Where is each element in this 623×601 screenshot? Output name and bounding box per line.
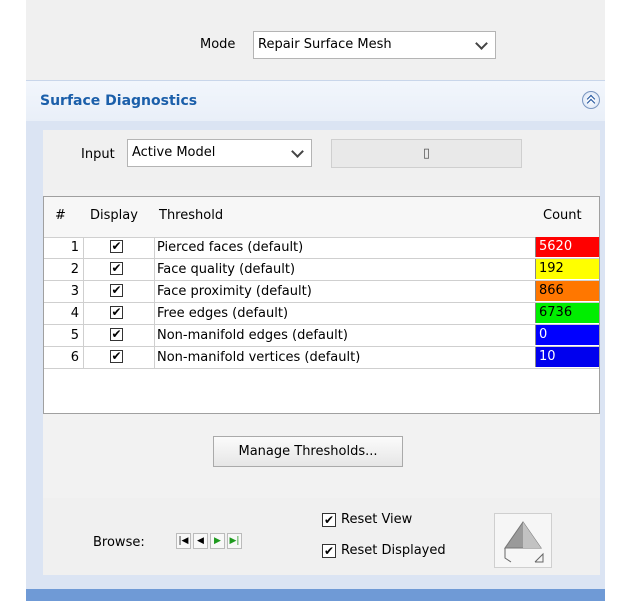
- table-header: # Display Threshold Count: [44, 197, 599, 238]
- first-icon[interactable]: |◀: [176, 533, 191, 549]
- table-row[interactable]: 6 ✔ Non-manifold vertices (default) 10: [44, 347, 599, 369]
- next-icon[interactable]: ▶: [210, 533, 225, 549]
- panel-header[interactable]: Surface Diagnostics: [26, 80, 605, 121]
- input-row: Input Active Model ▯: [43, 130, 600, 190]
- display-checkbox[interactable]: ✔: [110, 262, 123, 275]
- display-checkbox[interactable]: ✔: [110, 284, 123, 297]
- right-margin: [605, 0, 623, 601]
- panel-title: Surface Diagnostics: [40, 93, 198, 109]
- chevron-down-icon: [291, 145, 304, 158]
- display-checkbox[interactable]: ✔: [110, 306, 123, 319]
- table-row[interactable]: 4 ✔ Free edges (default) 6736: [44, 303, 599, 325]
- col-header-num: #: [55, 208, 66, 223]
- row-number: 3: [44, 281, 84, 302]
- display-checkbox[interactable]: ✔: [110, 328, 123, 341]
- browse-label: Browse:: [93, 535, 145, 550]
- col-header-threshold: Threshold: [159, 208, 224, 223]
- table-row[interactable]: 2 ✔ Face quality (default) 192: [44, 259, 599, 281]
- browse-box: Browse: |◀ ◀ ▶ ▶| ✔ Reset View ✔ Reset D…: [43, 498, 600, 575]
- manage-thresholds-button[interactable]: Manage Thresholds...: [213, 436, 403, 467]
- chevron-down-icon: [475, 37, 488, 50]
- table-row[interactable]: 5 ✔ Non-manifold edges (default) 0: [44, 325, 599, 347]
- threshold-name: Non-manifold vertices (default): [157, 350, 361, 365]
- threshold-name: Free edges (default): [157, 306, 289, 321]
- threshold-name: Face proximity (default): [157, 284, 312, 299]
- mode-select[interactable]: Repair Surface Mesh: [253, 31, 496, 59]
- input-value: Active Model: [132, 145, 216, 160]
- count-cell: 6736: [535, 303, 599, 323]
- col-header-display: Display: [90, 208, 138, 223]
- reset-view-checkbox[interactable]: ✔: [322, 513, 336, 527]
- row-number: 6: [44, 347, 84, 368]
- input-select[interactable]: Active Model: [127, 139, 312, 167]
- surface-diagnostics-panel: Surface Diagnostics Input Active Model ▯…: [26, 80, 605, 601]
- row-number: 1: [44, 237, 84, 258]
- reset-displayed-label: Reset Displayed: [341, 543, 446, 558]
- count-cell: 10: [535, 347, 599, 367]
- display-checkbox[interactable]: ✔: [110, 350, 123, 363]
- diagnostics-box: Input Active Model ▯ # Display Threshold…: [43, 130, 600, 551]
- reset-displayed-checkbox[interactable]: ✔: [322, 544, 336, 558]
- double-chevron-up-icon[interactable]: [582, 91, 600, 109]
- display-checkbox[interactable]: ✔: [110, 240, 123, 253]
- row-number: 5: [44, 325, 84, 346]
- count-cell: 0: [535, 325, 599, 345]
- threshold-table: # Display Threshold Count 1 ✔ Pierced fa…: [43, 196, 600, 414]
- left-margin: [0, 0, 26, 601]
- row-number: 4: [44, 303, 84, 324]
- panel-bottom-bar: [26, 589, 605, 601]
- count-cell: 192: [535, 259, 599, 279]
- mode-value: Repair Surface Mesh: [258, 37, 392, 52]
- threshold-name: Non-manifold edges (default): [157, 328, 348, 343]
- mode-label: Mode: [200, 37, 236, 52]
- count-cell: 866: [535, 281, 599, 301]
- row-number: 2: [44, 259, 84, 280]
- threshold-name: Face quality (default): [157, 262, 296, 277]
- col-header-count: Count: [543, 208, 582, 223]
- count-cell: 5620: [535, 237, 599, 257]
- input-pick-button[interactable]: ▯: [331, 139, 522, 168]
- threshold-name: Pierced faces (default): [157, 240, 304, 255]
- reset-view-label: Reset View: [341, 512, 413, 527]
- input-label: Input: [81, 147, 115, 162]
- table-row[interactable]: 1 ✔ Pierced faces (default) 5620: [44, 237, 599, 259]
- prev-icon[interactable]: ◀: [193, 533, 208, 549]
- table-row[interactable]: 3 ✔ Face proximity (default) 866: [44, 281, 599, 303]
- last-icon[interactable]: ▶|: [227, 533, 242, 549]
- view-orientation-icon[interactable]: [494, 513, 552, 568]
